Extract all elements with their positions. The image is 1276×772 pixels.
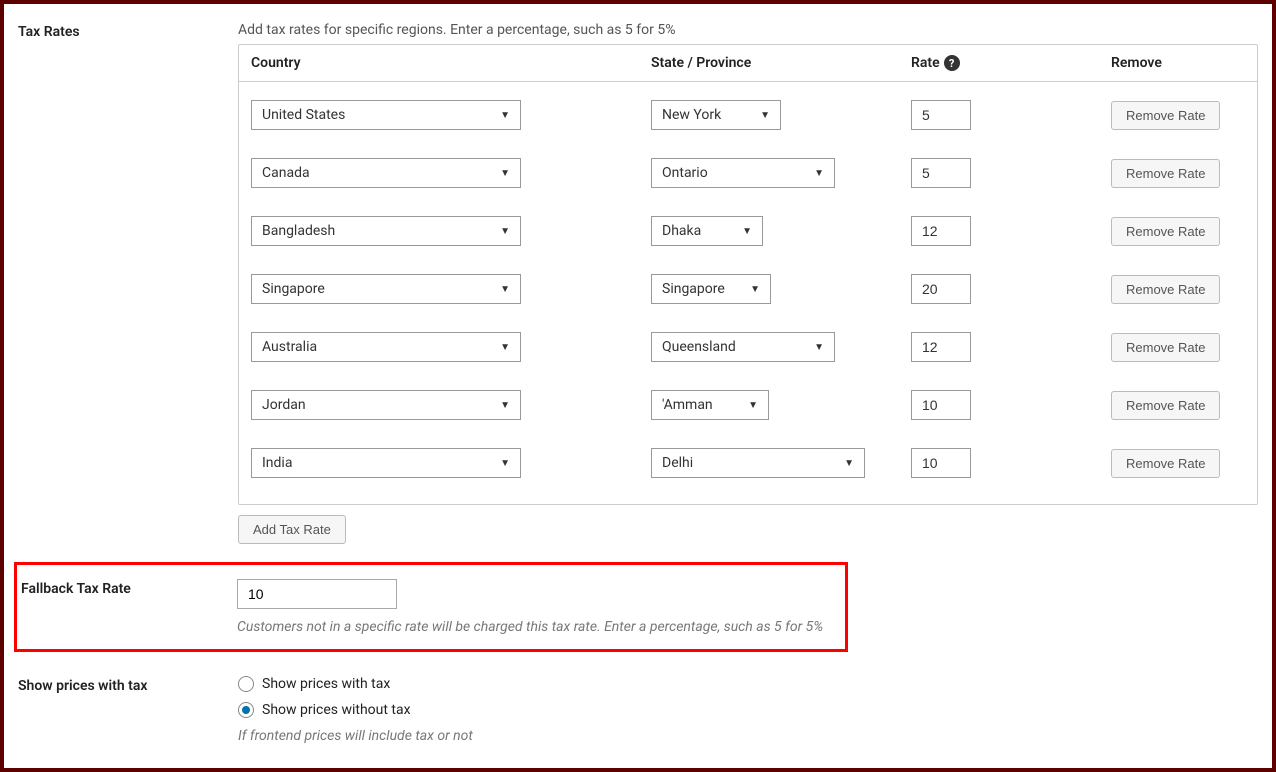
chevron-down-icon: ▼ xyxy=(500,342,510,353)
tax-rates-table: Country State / Province Rate ? Remove U… xyxy=(238,44,1258,505)
fallback-label: Fallback Tax Rate xyxy=(17,579,237,635)
table-row: Australia▼ Queensland▼ Remove Rate xyxy=(251,318,1245,376)
remove-rate-button[interactable]: Remove Rate xyxy=(1111,391,1220,420)
country-select[interactable]: United States▼ xyxy=(251,100,521,130)
header-state: State / Province xyxy=(651,55,911,71)
table-row: Canada▼ Ontario▼ Remove Rate xyxy=(251,144,1245,202)
radio-with-label: Show prices with tax xyxy=(262,676,390,692)
state-select[interactable]: Delhi▼ xyxy=(651,448,865,478)
state-select[interactable]: 'Amman▼ xyxy=(651,390,769,420)
rate-input[interactable] xyxy=(911,158,971,188)
fallback-help-text: Customers not in a specific rate will be… xyxy=(237,619,845,635)
fallback-highlight-box: Fallback Tax Rate Customers not in a spe… xyxy=(14,562,848,652)
fallback-rate-input[interactable] xyxy=(237,579,397,609)
rate-input[interactable] xyxy=(911,274,971,304)
table-row: Bangladesh▼ Dhaka▼ Remove Rate xyxy=(251,202,1245,260)
add-tax-rate-button[interactable]: Add Tax Rate xyxy=(238,515,346,544)
country-select[interactable]: Bangladesh▼ xyxy=(251,216,521,246)
header-country: Country xyxy=(251,55,651,71)
chevron-down-icon: ▼ xyxy=(750,284,760,295)
table-row: Singapore▼ Singapore▼ Remove Rate xyxy=(251,260,1245,318)
state-select[interactable]: Singapore▼ xyxy=(651,274,771,304)
state-select[interactable]: Dhaka▼ xyxy=(651,216,763,246)
country-select[interactable]: India▼ xyxy=(251,448,521,478)
country-select[interactable]: Jordan▼ xyxy=(251,390,521,420)
chevron-down-icon: ▼ xyxy=(500,284,510,295)
remove-rate-button[interactable]: Remove Rate xyxy=(1111,159,1220,188)
country-select[interactable]: Australia▼ xyxy=(251,332,521,362)
tax-rates-description: Add tax rates for specific regions. Ente… xyxy=(238,22,1258,38)
header-rate: Rate xyxy=(911,55,940,71)
rate-input[interactable] xyxy=(911,216,971,246)
header-remove: Remove xyxy=(1111,55,1245,71)
state-select[interactable]: New York▼ xyxy=(651,100,781,130)
remove-rate-button[interactable]: Remove Rate xyxy=(1111,217,1220,246)
table-row: United States▼ New York▼ Remove Rate xyxy=(251,86,1245,144)
chevron-down-icon: ▼ xyxy=(500,226,510,237)
rate-input[interactable] xyxy=(911,448,971,478)
remove-rate-button[interactable]: Remove Rate xyxy=(1111,101,1220,130)
radio-without-label: Show prices without tax xyxy=(262,702,411,718)
country-select[interactable]: Canada▼ xyxy=(251,158,521,188)
radio-show-with-tax[interactable]: Show prices with tax xyxy=(238,676,1258,692)
remove-rate-button[interactable]: Remove Rate xyxy=(1111,449,1220,478)
show-prices-help: If frontend prices will include tax or n… xyxy=(238,728,1258,744)
tax-rates-label: Tax Rates xyxy=(18,22,238,40)
country-select[interactable]: Singapore▼ xyxy=(251,274,521,304)
chevron-down-icon: ▼ xyxy=(500,400,510,411)
rate-input[interactable] xyxy=(911,332,971,362)
chevron-down-icon: ▼ xyxy=(500,168,510,179)
chevron-down-icon: ▼ xyxy=(500,458,510,469)
table-row: India▼ Delhi▼ Remove Rate xyxy=(251,434,1245,492)
chevron-down-icon: ▼ xyxy=(500,110,510,121)
chevron-down-icon: ▼ xyxy=(844,458,854,469)
chevron-down-icon: ▼ xyxy=(742,226,752,237)
rate-input[interactable] xyxy=(911,390,971,420)
chevron-down-icon: ▼ xyxy=(760,110,770,121)
rate-input[interactable] xyxy=(911,100,971,130)
radio-show-without-tax[interactable]: Show prices without tax xyxy=(238,702,1258,718)
help-icon[interactable]: ? xyxy=(944,55,960,71)
chevron-down-icon: ▼ xyxy=(814,342,824,353)
state-select[interactable]: Queensland▼ xyxy=(651,332,835,362)
remove-rate-button[interactable]: Remove Rate xyxy=(1111,333,1220,362)
state-select[interactable]: Ontario▼ xyxy=(651,158,835,188)
chevron-down-icon: ▼ xyxy=(814,168,824,179)
table-row: Jordan▼ 'Amman▼ Remove Rate xyxy=(251,376,1245,434)
chevron-down-icon: ▼ xyxy=(748,400,758,411)
show-prices-label: Show prices with tax xyxy=(18,676,238,694)
remove-rate-button[interactable]: Remove Rate xyxy=(1111,275,1220,304)
